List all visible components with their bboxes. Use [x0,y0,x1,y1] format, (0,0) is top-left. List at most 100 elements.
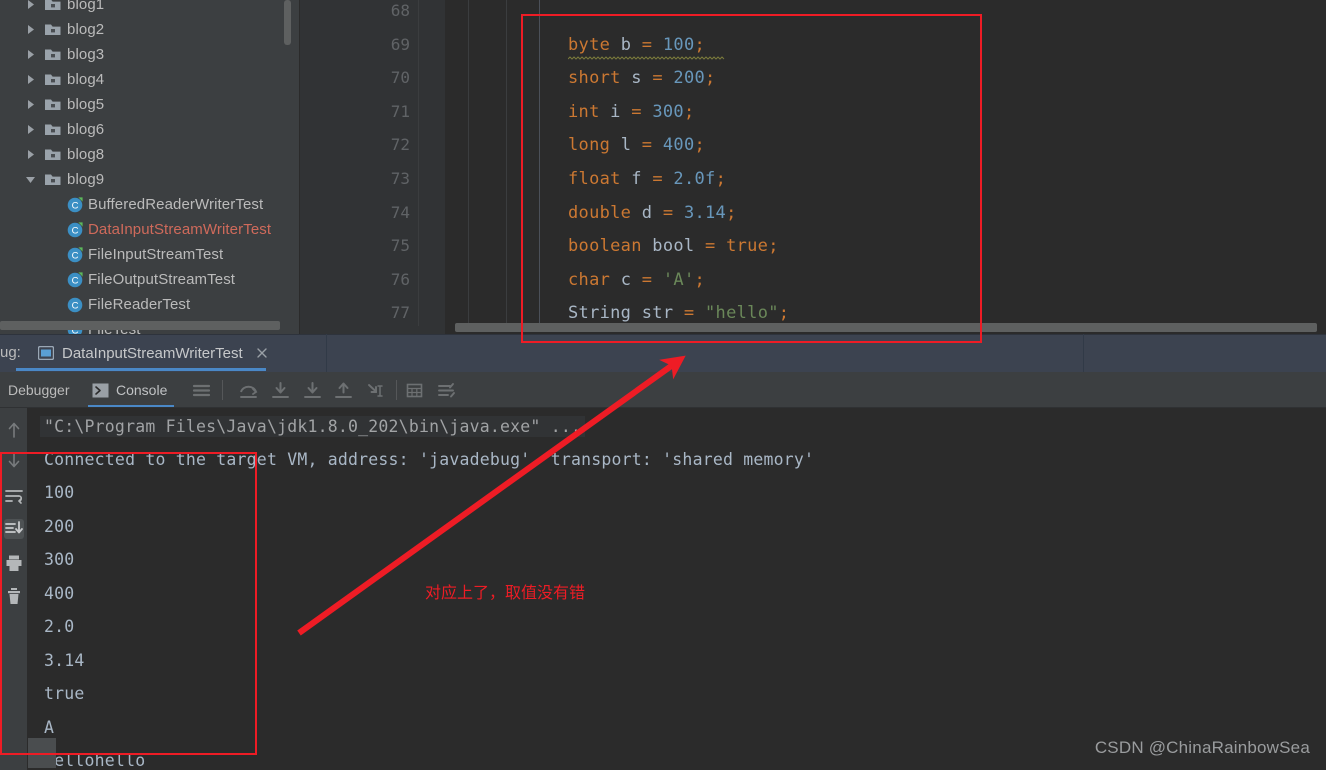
debug-session-tab[interactable]: DataInputStreamWriterTest [30,334,277,372]
tab-debugger[interactable]: Debugger [8,382,70,398]
tree-item-blog9[interactable]: blog9 [0,167,300,192]
step-into-icon[interactable] [271,381,290,400]
line-number: 72 [390,135,410,155]
chevron-down-icon[interactable] [22,172,38,188]
tree-item-filereadertest[interactable]: C FileReaderTest [0,292,300,317]
code-token: "hello" [705,303,779,324]
tab-console-label: Console [116,382,168,398]
chevron-right-icon[interactable] [22,122,38,138]
tree-item-blog6[interactable]: blog6 [0,117,300,142]
project-tree-panel[interactable]: blog1 blog2 blog3 blog4 blog5 blog6 blog8 blog9… [0,0,300,334]
tree-item-blog1[interactable]: blog1 [0,0,300,17]
tree-item-blog2[interactable]: blog2 [0,17,300,42]
tree-item-blog8[interactable]: blog8 [0,142,300,167]
tree-item-blog4[interactable]: blog4 [0,67,300,92]
code-token: = [641,34,653,55]
code-line[interactable]: int i = 300; [568,102,695,122]
tree-item-label: blog3 [67,46,105,63]
soft-wrap-icon[interactable] [192,381,211,400]
print-icon[interactable] [4,553,24,573]
folder-icon [44,97,62,113]
console-line: true [44,684,85,703]
code-token: 100 [662,34,695,55]
gutter-strip-3 [506,0,507,326]
code-token: = [662,202,674,223]
chevron-right-icon[interactable] [22,0,38,13]
code-line[interactable]: short s = 200; [568,68,716,88]
chevron-right-icon[interactable] [22,97,38,113]
code-editor[interactable]: 68 69 70 71 72 73 74 75 76 77 byte b = 100; short … [300,0,1326,334]
chevron-right-icon[interactable] [22,72,38,88]
soft-wrap-lines-icon[interactable] [4,486,24,506]
console-scroll-thumb[interactable] [28,738,56,768]
code-line[interactable]: double d = 3.14; [568,203,737,223]
code-token: ; [694,34,706,55]
tree-item-label: FileOutputStreamTest [88,271,236,288]
console-line: 300 [44,550,75,569]
folder-icon [44,147,62,163]
code-token: ; [726,202,737,223]
code-token: str [641,303,674,324]
tree-item-label: blog6 [67,121,105,138]
debug-window-label: ug: [0,344,21,361]
scroll-to-end-icon[interactable] [4,519,24,539]
code-token: short [568,68,621,89]
settings-lines-icon[interactable] [437,381,456,400]
top-region: blog1 blog2 blog3 blog4 blog5 blog6 blog8 blog9… [0,0,1326,334]
console-line: 200 [44,516,75,536]
code-token: s [631,68,642,89]
code-token: ; [768,236,779,257]
line-number: 73 [390,169,410,188]
code-line[interactable]: String str = "hello"; [568,303,789,323]
arrow-down-icon[interactable] [4,450,24,470]
close-icon[interactable] [255,346,269,360]
step-out-icon[interactable] [334,381,353,400]
step-over-icon[interactable] [239,381,258,400]
code-line[interactable]: float f = 2.0f; [568,169,726,189]
tree-item-blog5[interactable]: blog5 [0,92,300,117]
editor-horizontal-scrollbar[interactable] [455,323,1317,332]
tree-item-blog3[interactable]: blog3 [0,42,300,67]
tree-item-label: DataInputStreamWriterTest [88,221,272,238]
trash-icon[interactable] [4,586,24,606]
console-output[interactable]: "C:\Program Files\Java\jdk1.8.0_202\bin\… [28,408,1326,770]
folder-icon [44,22,62,38]
tree-vertical-scrollbar[interactable] [284,0,291,45]
code-line[interactable]: byte b = 100; [568,35,705,55]
evaluate-expression-icon[interactable] [405,381,424,400]
code-token: c [620,269,632,290]
force-step-into-icon[interactable] [303,381,322,400]
chevron-right-icon[interactable] [22,47,38,63]
code-line[interactable]: char c = 'A'; [568,270,705,290]
code-line[interactable]: long l = 400; [568,135,705,155]
line-number: 76 [390,269,410,289]
svg-text:C: C [72,225,79,236]
tree-item-datainputstreamwritertest[interactable]: C DataInputStreamWriterTest [0,217,300,242]
tree-item-fileoutputstreamtest[interactable]: C FileOutputStreamTest [0,267,300,292]
run-to-cursor-icon[interactable] [366,381,385,400]
code-line[interactable]: boolean bool = true; [568,236,779,256]
folder-icon [44,122,62,138]
code-token: float [568,169,621,189]
code-token: ; [715,169,727,189]
arrow-up-icon[interactable] [4,420,24,440]
tree-horizontal-scrollbar[interactable] [0,321,280,330]
tree-item-fileinputstreamtest[interactable]: C FileInputStreamTest [0,242,300,267]
tree-item-label: blog8 [67,146,105,163]
tree-item-bufferedreaderwritertest[interactable]: C BufferedReaderWriterTest [0,192,300,217]
line-number: 77 [390,303,410,323]
tab-console[interactable]: Console [92,372,167,408]
chevron-right-icon[interactable] [22,22,38,38]
chevron-right-icon[interactable] [22,147,38,163]
